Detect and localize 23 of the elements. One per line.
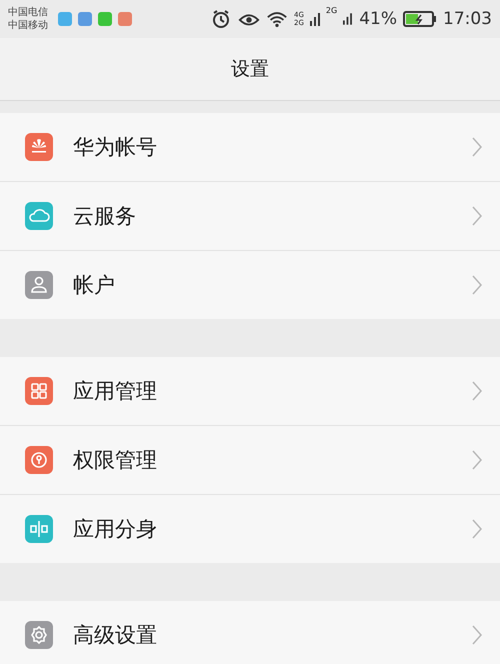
chevron-icon (472, 381, 482, 401)
chevron-icon (472, 519, 482, 539)
settings-item[interactable]: 帐户 (0, 251, 500, 319)
carrier-name: 中国移动 (8, 19, 48, 32)
chevron-icon (472, 450, 482, 470)
chevron-icon (472, 275, 482, 295)
clock: 17:03 (443, 9, 492, 29)
wifi-icon (266, 9, 288, 29)
battery-icon (403, 10, 437, 28)
page-title: 设置 (231, 57, 269, 82)
carrier-name: 中国电信 (8, 6, 48, 19)
settings-item[interactable]: 应用分身 (0, 495, 500, 563)
battery-percent: 41% (359, 9, 397, 29)
network-label: 2G (326, 6, 338, 15)
settings-item[interactable]: 权限管理 (0, 426, 500, 495)
settings-item[interactable]: 云服务 (0, 182, 500, 251)
settings-item[interactable]: 高级设置 (0, 601, 500, 664)
chevron-icon (472, 625, 482, 645)
chevron-icon (472, 137, 482, 157)
chevron-icon (472, 206, 482, 226)
signal-icon (310, 10, 320, 28)
settings-item[interactable]: 华为帐号 (0, 113, 500, 182)
settings-item[interactable]: 应用管理 (0, 357, 500, 426)
